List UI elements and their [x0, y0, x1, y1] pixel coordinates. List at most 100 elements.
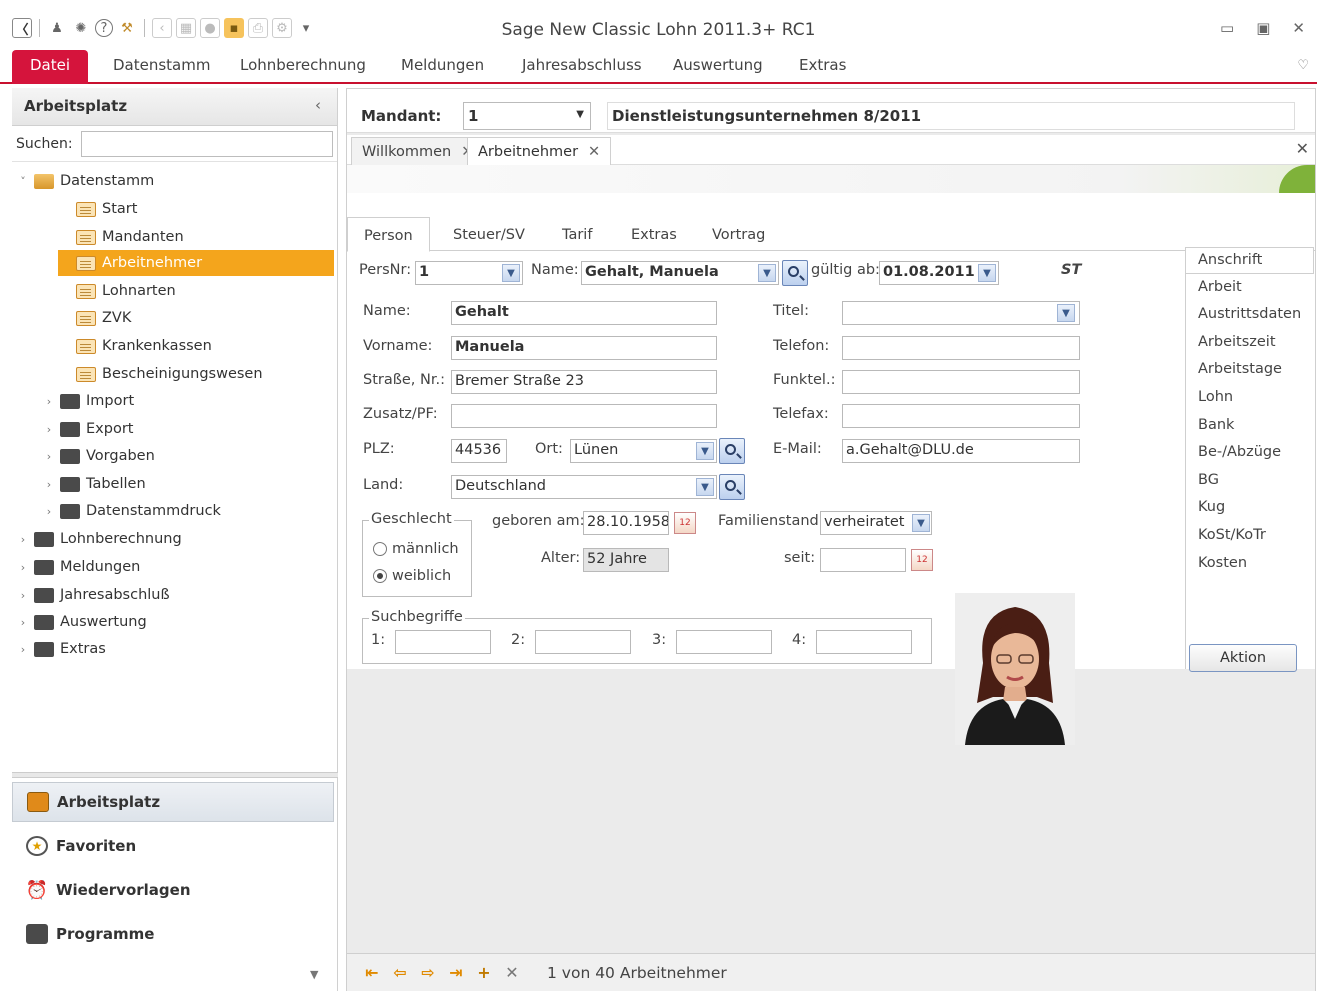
- suchbegriff-4-field[interactable]: [816, 630, 912, 654]
- first-record-icon[interactable]: ⇤: [361, 962, 383, 984]
- radio-weiblich[interactable]: weiblich: [373, 568, 451, 584]
- section-arbeitstage[interactable]: Arbeitstage: [1186, 357, 1314, 384]
- chevron-down-icon[interactable]: ▼: [502, 264, 520, 282]
- tree-item-krankenkassen[interactable]: Krankenkassen: [58, 333, 212, 359]
- radio-maennlich[interactable]: männlich: [373, 541, 459, 557]
- section-be-abzüge[interactable]: Be-/Abzüge: [1186, 440, 1314, 467]
- chevron-right-icon[interactable]: ›: [16, 616, 30, 629]
- chevron-right-icon[interactable]: ›: [42, 505, 56, 518]
- name-field[interactable]: Gehalt: [451, 301, 717, 325]
- subtab-tarif[interactable]: Tarif: [562, 227, 592, 243]
- aktion-button[interactable]: Aktion: [1189, 644, 1297, 672]
- subtab-steuer-sv[interactable]: Steuer/SV: [453, 227, 525, 243]
- chevron-right-icon[interactable]: ›: [42, 478, 56, 491]
- email-field[interactable]: a.Gehalt@DLU.de: [842, 439, 1080, 463]
- section-austrittsdaten[interactable]: Austrittsdaten: [1186, 302, 1314, 329]
- add-record-icon[interactable]: +: [473, 962, 495, 984]
- mandant-select[interactable]: 1 ▼: [463, 102, 591, 130]
- tree-item-auswertung[interactable]: › Auswertung: [16, 609, 147, 635]
- telefon-field[interactable]: [842, 336, 1080, 360]
- section-arbeit[interactable]: Arbeit: [1186, 275, 1314, 302]
- calendar-icon[interactable]: 12: [911, 549, 933, 571]
- plz-field[interactable]: 44536: [451, 439, 507, 463]
- tree-item-jahresabschluß[interactable]: › Jahresabschluß: [16, 582, 170, 608]
- telefax-field[interactable]: [842, 404, 1080, 428]
- delete-record-icon[interactable]: ✕: [501, 962, 523, 984]
- restore-icon[interactable]: ▣: [1256, 19, 1270, 37]
- tree-item-lohnberechnung[interactable]: › Lohnberechnung: [16, 526, 182, 552]
- subtab-vortrag[interactable]: Vortrag: [712, 227, 765, 243]
- suchbegriff-1-field[interactable]: [395, 630, 491, 654]
- chevron-right-icon[interactable]: ›: [16, 533, 30, 546]
- close-all-tabs-icon[interactable]: ✕: [1296, 139, 1309, 158]
- strasse-field[interactable]: Bremer Straße 23: [451, 370, 717, 394]
- tree-item-vorgaben[interactable]: › Vorgaben: [42, 443, 155, 469]
- tab-datenstamm[interactable]: Datenstamm: [113, 56, 210, 74]
- previous-record-icon[interactable]: ⇦: [389, 962, 411, 984]
- chevron-down-icon[interactable]: ▼: [1057, 304, 1075, 322]
- chevron-right-icon[interactable]: ›: [42, 395, 56, 408]
- close-tab-icon[interactable]: ✕: [588, 144, 600, 160]
- ort-select[interactable]: Lünen: [570, 439, 717, 463]
- tab-auswertung[interactable]: Auswertung: [673, 56, 763, 74]
- section-bank[interactable]: Bank: [1186, 413, 1314, 440]
- calendar-icon[interactable]: 12: [674, 512, 696, 534]
- search-icon[interactable]: [782, 260, 808, 286]
- last-record-icon[interactable]: ⇥: [445, 962, 467, 984]
- nav-button-wiedervorlagen[interactable]: ⏰ Wiedervorlagen: [12, 870, 334, 910]
- section-kost-kotr[interactable]: KoSt/KoTr: [1186, 523, 1314, 550]
- tab-extras[interactable]: Extras: [799, 56, 846, 74]
- tab-meldungen[interactable]: Meldungen: [401, 56, 484, 74]
- nav-button-arbeitsplatz[interactable]: Arbeitsplatz: [12, 782, 334, 822]
- chevron-right-icon[interactable]: ›: [16, 561, 30, 574]
- tree-item-start[interactable]: Start: [58, 196, 137, 222]
- chevron-down-icon[interactable]: ▼: [758, 264, 776, 282]
- titel-select[interactable]: [842, 301, 1080, 325]
- collapse-pane-icon[interactable]: ‹: [315, 96, 321, 114]
- tree-item-datenstamm[interactable]: ˅ Datenstamm: [16, 168, 154, 194]
- tree-item-extras[interactable]: › Extras: [16, 636, 106, 662]
- tree-item-arbeitnehmer[interactable]: Arbeitnehmer: [58, 250, 334, 276]
- section-lohn[interactable]: Lohn: [1186, 385, 1314, 412]
- doc-tab-willkommen[interactable]: Willkommen✕: [351, 137, 485, 165]
- tree-item-export[interactable]: › Export: [42, 416, 134, 442]
- subtab-extras[interactable]: Extras: [631, 227, 677, 243]
- tree-item-mandanten[interactable]: Mandanten: [58, 224, 184, 250]
- chevron-down-icon[interactable]: ▼: [696, 442, 714, 460]
- section-kug[interactable]: Kug: [1186, 495, 1314, 522]
- tree-item-lohnarten[interactable]: Lohnarten: [58, 278, 176, 304]
- chevron-right-icon[interactable]: ›: [42, 423, 56, 436]
- zusatz-field[interactable]: [451, 404, 717, 428]
- configure-buttons-icon[interactable]: ▼: [310, 968, 318, 981]
- name-lookup-select[interactable]: Gehalt, Manuela: [581, 261, 779, 285]
- chevron-down-icon[interactable]: ˅: [16, 175, 30, 188]
- seit-field[interactable]: [820, 548, 906, 572]
- tab-datei[interactable]: Datei: [12, 50, 89, 84]
- doc-tab-arbeitnehmer[interactable]: Arbeitnehmer ✕: [467, 137, 612, 165]
- next-record-icon[interactable]: ⇨: [417, 962, 439, 984]
- section-bg[interactable]: BG: [1186, 468, 1314, 495]
- geboren-field[interactable]: 28.10.1958: [583, 511, 669, 535]
- nav-button-favoriten[interactable]: ★ Favoriten: [12, 826, 334, 866]
- tree-item-bescheinigungswesen[interactable]: Bescheinigungswesen: [58, 361, 263, 387]
- tree-item-tabellen[interactable]: › Tabellen: [42, 471, 146, 497]
- suchbegriff-2-field[interactable]: [535, 630, 631, 654]
- tree-item-datenstammdruck[interactable]: › Datenstammdruck: [42, 498, 221, 524]
- tree-item-import[interactable]: › Import: [42, 388, 134, 414]
- nav-button-programme[interactable]: Programme: [12, 914, 334, 954]
- vorname-field[interactable]: Manuela: [451, 336, 717, 360]
- search-icon[interactable]: [719, 474, 745, 500]
- tree-item-zvk[interactable]: ZVK: [58, 305, 131, 331]
- chevron-right-icon[interactable]: ›: [16, 589, 30, 602]
- chevron-right-icon[interactable]: ›: [16, 643, 30, 656]
- suchbegriff-3-field[interactable]: [676, 630, 772, 654]
- funktel-field[interactable]: [842, 370, 1080, 394]
- minimize-icon[interactable]: ▭: [1220, 19, 1234, 37]
- chevron-down-icon[interactable]: ▼: [696, 478, 714, 496]
- tab-jahresabschluss[interactable]: Jahresabschluss: [522, 56, 642, 74]
- chevron-down-icon[interactable]: ▼: [978, 264, 996, 282]
- tab-lohnberechnung[interactable]: Lohnberechnung: [240, 56, 366, 74]
- ribbon-collapse-icon[interactable]: ♡: [1297, 58, 1309, 73]
- search-input[interactable]: [80, 130, 333, 157]
- tree-item-meldungen[interactable]: › Meldungen: [16, 554, 141, 580]
